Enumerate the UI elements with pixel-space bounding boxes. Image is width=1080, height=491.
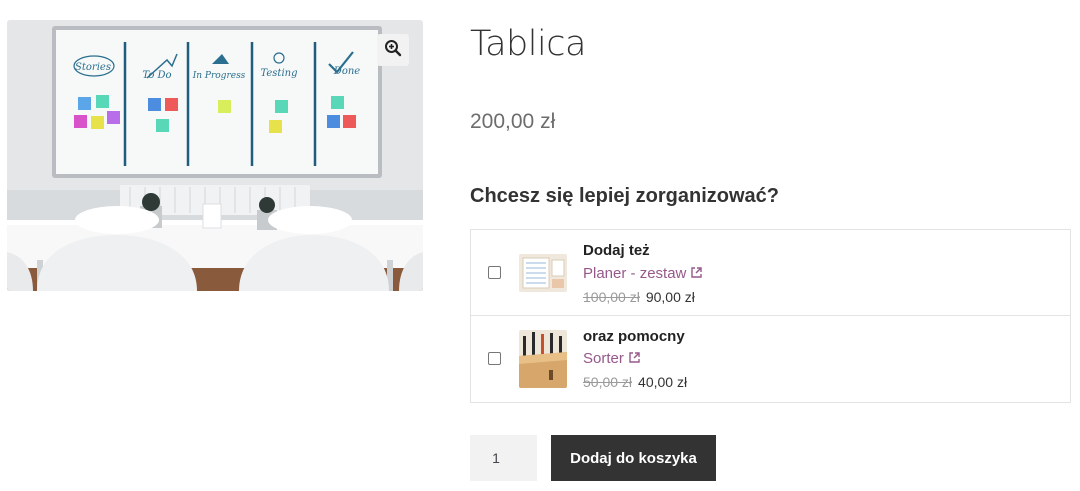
board-label-stories: Stories [75,62,111,73]
board-label-done: Done [333,66,360,77]
product-price: 200,00 zł [470,110,556,133]
planner-thumbnail[interactable] [519,254,567,292]
upsell-label: oraz pomocny [583,328,685,345]
external-link-icon [629,350,640,367]
upsell-checkbox[interactable] [488,352,501,365]
upsell-label: Dodaj też [583,242,650,259]
board-label-in-progress: In Progress [192,71,246,81]
quantity-input[interactable] [470,435,537,481]
upsell-link-text[interactable]: Planer - zestaw [583,265,686,282]
zoom-button[interactable] [377,34,409,66]
upsell-old-price: 100,00 zł [583,289,640,305]
upsell-price: 50,00 zł 40,00 zł [583,374,687,390]
sorter-thumbnail[interactable] [519,330,567,388]
upsell-item: oraz pomocny Sorter 50,00 zł 40,00 zł [471,316,1070,402]
upsell-heading: Chcesz się lepiej zorganizować? [470,185,779,207]
upsell-item: Dodaj też Planer - zestaw 100,00 zł 90,00… [471,230,1070,316]
upsell-sale-price: 40,00 zł [638,374,688,390]
add-to-cart-button[interactable]: Dodaj do koszyka [551,435,716,481]
upsell-price: 100,00 zł 90,00 zł [583,289,695,305]
board-label-todo: To Do [142,70,171,81]
upsell-sale-price: 90,00 zł [645,289,695,305]
upsell-list: Dodaj też Planer - zestaw 100,00 zł 90,00… [470,229,1071,403]
upsell-link-text[interactable]: Sorter [583,350,624,367]
external-link-icon [691,265,703,282]
product-title: Tablica [470,24,586,64]
product-image[interactable]: Stories To Do In Progress Testing Done [7,20,423,291]
zoom-in-icon [384,39,402,62]
upsell-old-price: 50,00 zł [583,374,633,390]
upsell-product-link[interactable]: Sorter [583,350,640,367]
upsell-checkbox[interactable] [488,266,501,279]
board-label-testing: Testing [260,68,297,79]
upsell-product-link[interactable]: Planer - zestaw [583,265,703,282]
